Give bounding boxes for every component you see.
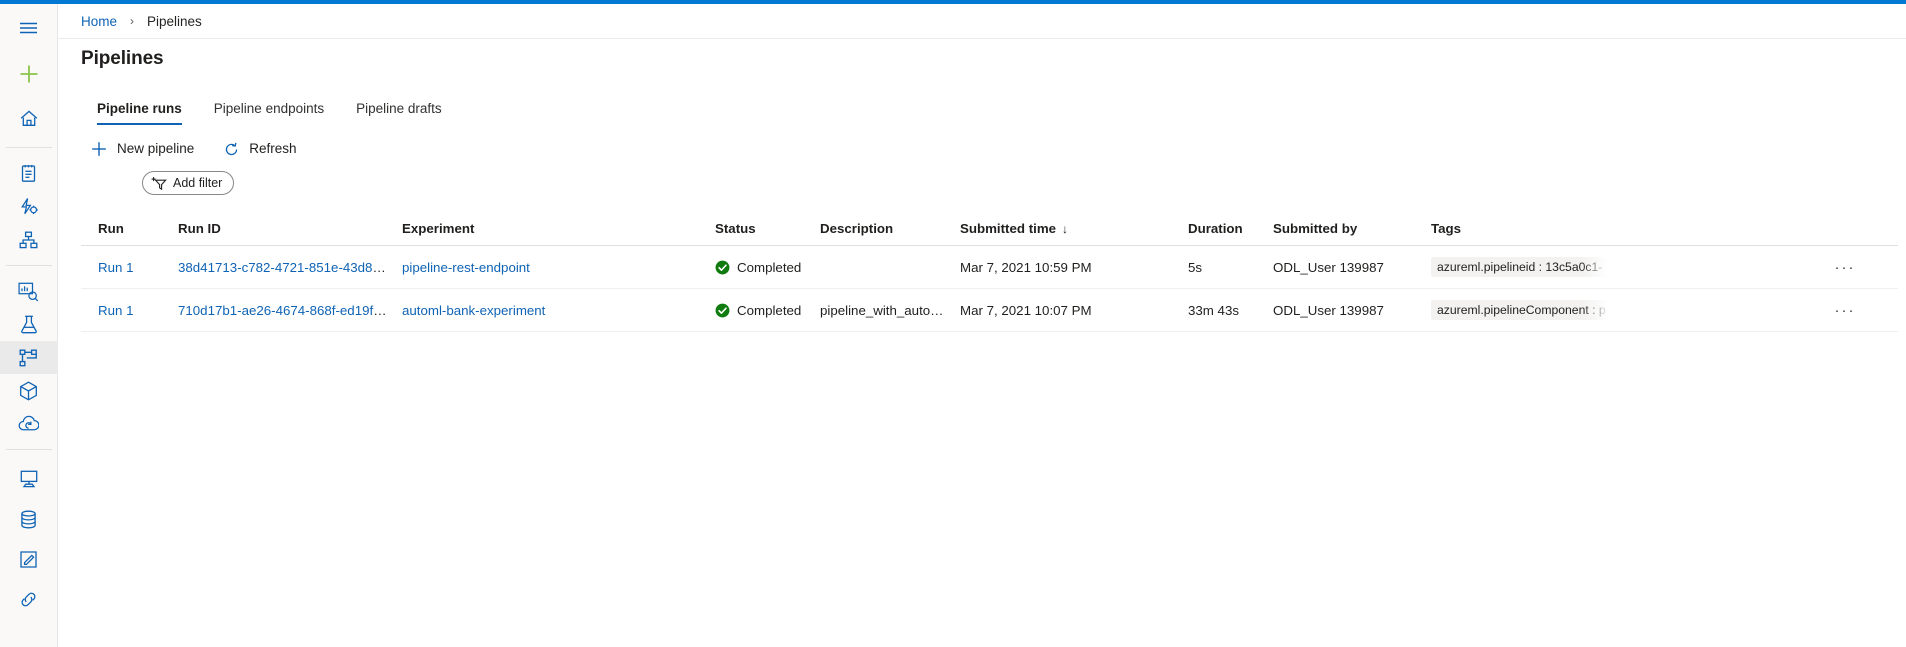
cell-run-id: 38d41713-c782-4721-851e-43d85030d... <box>178 260 402 275</box>
status-badge: Completed <box>737 302 802 318</box>
row-more-actions-button[interactable]: ··· <box>1831 296 1859 324</box>
plus-icon <box>89 139 109 159</box>
cell-submitted-time: Mar 7, 2021 10:59 PM <box>960 259 1092 275</box>
linked-services-icon[interactable] <box>0 579 58 619</box>
labeling-icon[interactable] <box>0 539 58 579</box>
experiment-link[interactable]: pipeline-rest-endpoint <box>402 260 530 275</box>
status-badge: Completed <box>737 259 802 275</box>
tab-pipeline-drafts[interactable]: Pipeline drafts <box>340 101 458 125</box>
cell-actions: ··· <box>1831 296 1871 324</box>
sidebar-item-pipelines[interactable] <box>0 341 58 374</box>
cell-status: Completed <box>715 260 820 275</box>
run-link[interactable]: Run 1 <box>98 303 133 318</box>
models-icon[interactable] <box>0 374 58 407</box>
datasets-icon[interactable] <box>0 275 58 308</box>
page-title: Pipelines <box>81 48 164 69</box>
menu-icon[interactable] <box>0 8 58 48</box>
cell-tags: azureml.pipelineid : 13c5a0c1- <box>1431 257 1831 277</box>
column-header-submitted-time-label: Submitted time <box>960 220 1057 236</box>
cell-run: Run 1 <box>81 260 178 275</box>
notebook-icon[interactable] <box>0 157 58 190</box>
tab-pipeline-runs-label: Pipeline runs <box>97 101 182 116</box>
column-header-experiment[interactable]: Experiment <box>402 221 715 236</box>
tab-pipeline-runs[interactable]: Pipeline runs <box>81 101 198 125</box>
row-more-actions-button[interactable]: ··· <box>1831 253 1859 281</box>
command-bar: New pipeline Refresh <box>81 134 308 164</box>
experiments-icon[interactable] <box>0 308 58 341</box>
column-header-submitted-time[interactable]: Submitted time ↓ <box>960 221 1188 236</box>
tag-chip[interactable]: azureml.pipelineid : 13c5a0c1- <box>1431 257 1609 277</box>
automated-ml-icon[interactable] <box>0 190 58 223</box>
refresh-icon <box>221 139 241 159</box>
breadcrumb-separator-icon: › <box>130 14 135 28</box>
cell-submitted-by: ODL_User 139987 <box>1273 259 1384 275</box>
run-id-link[interactable]: 710d17b1-ae26-4674-868f-ed19faf8741d <box>178 303 402 318</box>
table-header-row: Run Run ID Experiment Status Description… <box>81 211 1898 246</box>
cell-description: pipeline_with_automlst... <box>820 302 960 318</box>
table-row[interactable]: Run 1 710d17b1-ae26-4674-868f-ed19faf874… <box>81 289 1898 332</box>
breadcrumb-current: Pipelines <box>147 13 202 29</box>
run-link[interactable]: Run 1 <box>98 260 133 275</box>
datastores-icon[interactable] <box>0 499 58 539</box>
tab-list: Pipeline runs Pipeline endpoints Pipelin… <box>81 90 458 125</box>
add-icon[interactable] <box>0 54 58 94</box>
run-id-link[interactable]: 38d41713-c782-4721-851e-43d85030d... <box>178 260 402 275</box>
breadcrumb: Home › Pipelines <box>58 4 1906 39</box>
cell-duration: 33m 43s <box>1188 302 1239 318</box>
column-header-duration[interactable]: Duration <box>1188 221 1273 236</box>
column-header-description[interactable]: Description <box>820 221 960 236</box>
breadcrumb-home-link[interactable]: Home <box>81 14 117 29</box>
column-header-status[interactable]: Status <box>715 221 820 236</box>
filter-bar: Add filter <box>142 171 235 196</box>
rail-divider-2 <box>5 265 52 266</box>
cell-run-id: 710d17b1-ae26-4674-868f-ed19faf8741d <box>178 303 402 318</box>
rail-divider-3 <box>5 449 52 450</box>
add-filter-label: Add filter <box>173 176 223 190</box>
cell-run: Run 1 <box>81 303 178 318</box>
add-filter-icon <box>151 176 168 191</box>
table-row[interactable]: Run 1 38d41713-c782-4721-851e-43d85030d.… <box>81 246 1898 289</box>
compute-icon[interactable] <box>0 459 58 499</box>
column-header-run-id[interactable]: Run ID <box>178 221 402 236</box>
endpoints-icon[interactable] <box>0 407 58 440</box>
tag-chip[interactable]: azureml.pipelineComponent : p <box>1431 300 1609 320</box>
status-completed-icon <box>715 260 730 275</box>
refresh-label: Refresh <box>249 141 297 157</box>
home-icon[interactable] <box>0 98 58 138</box>
tab-pipeline-endpoints[interactable]: Pipeline endpoints <box>198 101 340 125</box>
cell-submitted-time: Mar 7, 2021 10:07 PM <box>960 302 1092 318</box>
designer-icon[interactable] <box>0 223 58 256</box>
cell-status: Completed <box>715 303 820 318</box>
cell-experiment: pipeline-rest-endpoint <box>402 260 715 275</box>
experiment-link[interactable]: automl-bank-experiment <box>402 303 545 318</box>
tab-pipeline-endpoints-label: Pipeline endpoints <box>213 101 325 116</box>
cell-tags: azureml.pipelineComponent : p <box>1431 300 1831 320</box>
sort-descending-icon: ↓ <box>1062 221 1069 236</box>
cell-experiment: automl-bank-experiment <box>402 303 715 318</box>
top-accent-bar <box>0 0 1906 4</box>
cell-duration: 5s <box>1188 259 1203 275</box>
pipeline-runs-table: Run Run ID Experiment Status Description… <box>81 211 1898 332</box>
column-header-run[interactable]: Run <box>81 221 178 236</box>
refresh-button[interactable]: Refresh <box>213 134 307 164</box>
cell-actions: ··· <box>1831 253 1871 281</box>
main-content: Pipelines Pipeline runs Pipeline endpoin… <box>58 39 1906 647</box>
rail-divider-1 <box>5 147 52 148</box>
tab-pipeline-drafts-label: Pipeline drafts <box>356 101 442 116</box>
new-pipeline-label: New pipeline <box>117 141 195 157</box>
status-completed-icon <box>715 303 730 318</box>
column-header-tags[interactable]: Tags <box>1431 221 1831 236</box>
add-filter-button[interactable]: Add filter <box>142 171 235 195</box>
new-pipeline-button[interactable]: New pipeline <box>81 134 205 164</box>
column-header-submitted-by[interactable]: Submitted by <box>1273 221 1431 236</box>
cell-submitted-by: ODL_User 139987 <box>1273 302 1384 318</box>
left-nav-rail <box>0 4 58 647</box>
